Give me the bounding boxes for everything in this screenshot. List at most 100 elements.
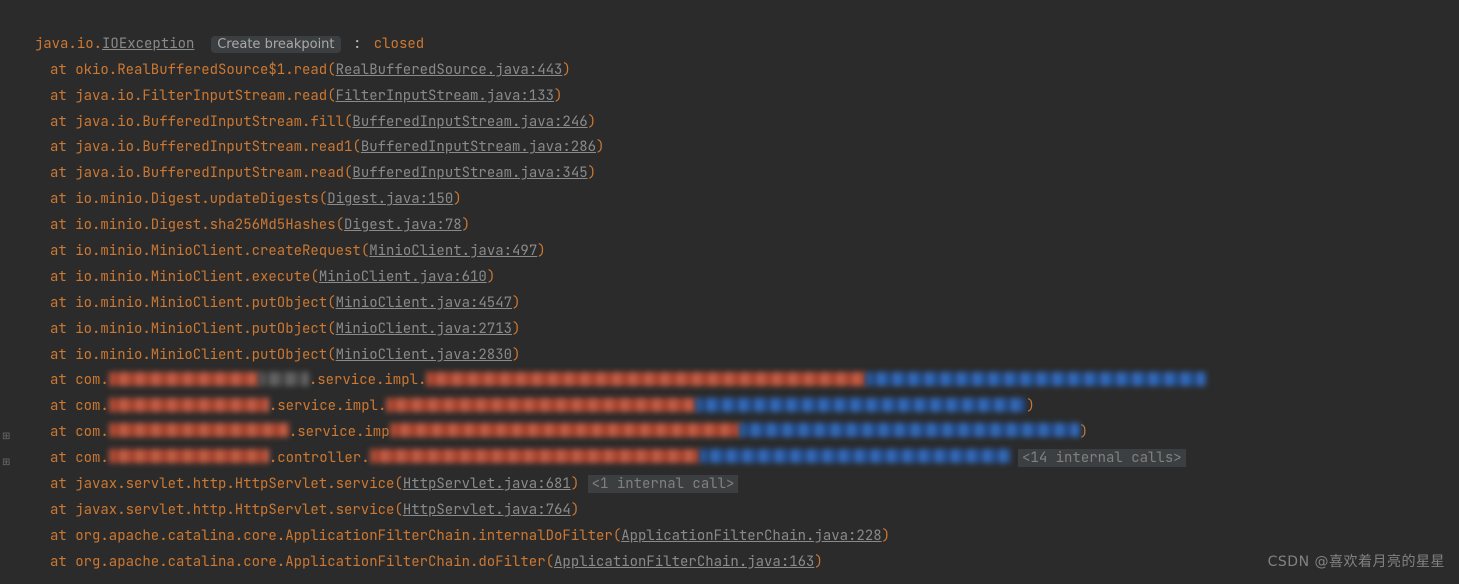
source-link[interactable]: BufferedInputStream.java:345	[352, 164, 587, 182]
at-keyword: at	[50, 346, 75, 364]
at-keyword: at	[50, 423, 75, 441]
exception-line: java.io.IOException Create breakpoint : …	[18, 6, 1459, 58]
at-keyword: at	[50, 113, 75, 131]
at-keyword: at	[50, 371, 75, 389]
redacted-segment	[386, 398, 696, 412]
source-link[interactable]: Digest.java:150	[327, 190, 453, 208]
stack-frame: at java.io.BufferedInputStream.read(Buff…	[18, 161, 1459, 187]
stack-call: io.minio.MinioClient.putObject	[75, 320, 327, 338]
stack-frame: at org.apache.catalina.core.ApplicationF…	[18, 550, 1459, 576]
redacted-link-segment	[866, 372, 1206, 386]
at-keyword: at	[50, 242, 75, 260]
paren: )	[1080, 423, 1088, 441]
source-link[interactable]: BufferedInputStream.java:246	[352, 113, 587, 131]
exception-package: java.io.	[35, 35, 102, 53]
stack-call: .service.imp	[289, 423, 390, 441]
stack-call: com.	[75, 371, 109, 389]
source-link[interactable]: MinioClient.java:497	[369, 242, 537, 260]
stack-call: io.minio.Digest.sha256Md5Hashes	[75, 216, 335, 234]
stack-call: .service.impl.	[269, 397, 387, 415]
stack-frame-redacted: at com. .service.imp)	[18, 420, 1459, 446]
at-keyword: at	[50, 61, 75, 79]
at-keyword: at	[50, 397, 75, 415]
stack-frame: at io.minio.MinioClient.createRequest(Mi…	[18, 239, 1459, 265]
at-keyword: at	[50, 216, 75, 234]
stack-call: io.minio.Digest.updateDigests	[75, 190, 319, 208]
redacted-link-segment	[700, 449, 1010, 463]
redacted-segment	[390, 423, 740, 437]
stack-frame: at io.minio.MinioClient.putObject(MinioC…	[18, 291, 1459, 317]
redacted-link-segment	[740, 423, 1080, 437]
exception-message: closed	[374, 35, 424, 53]
stack-frame-redacted: at com. .service.impl.	[18, 368, 1459, 394]
stack-frame: at java.io.BufferedInputStream.read1(Buf…	[18, 135, 1459, 161]
at-keyword: at	[50, 527, 75, 545]
at-keyword: at	[50, 320, 75, 338]
stack-frame-redacted: at com. .service.impl.)	[18, 394, 1459, 420]
stack-call: java.io.BufferedInputStream.read1	[75, 138, 352, 156]
stack-call: java.io.BufferedInputStream.fill	[75, 113, 344, 131]
stack-frame: at java.io.FilterInputStream.read(Filter…	[18, 84, 1459, 110]
stack-call: javax.servlet.http.HttpServlet.service	[75, 475, 394, 493]
source-link[interactable]: MinioClient.java:2713	[336, 320, 512, 338]
expand-gutter-icon[interactable]: ⊞	[2, 457, 12, 467]
paren: )	[1026, 397, 1034, 415]
at-keyword: at	[50, 138, 75, 156]
source-link[interactable]: ApplicationFilterChain.java:228	[621, 527, 881, 545]
stack-frame: at okio.RealBufferedSource$1.read(RealBu…	[18, 58, 1459, 84]
redacted-segment	[109, 423, 289, 437]
redacted-segment	[109, 372, 259, 386]
collapsed-calls-hint[interactable]: <1 internal call>	[588, 475, 739, 493]
at-keyword: at	[50, 475, 75, 493]
exception-class-link[interactable]: IOException	[102, 35, 194, 53]
source-link[interactable]: HttpServlet.java:681	[403, 475, 571, 493]
stack-frame: at io.minio.MinioClient.putObject(MinioC…	[18, 343, 1459, 369]
at-keyword: at	[50, 87, 75, 105]
stack-frame: at io.minio.Digest.updateDigests(Digest.…	[18, 187, 1459, 213]
stack-frame: at io.minio.MinioClient.execute(MinioCli…	[18, 265, 1459, 291]
stack-call: com.	[75, 423, 109, 441]
source-link[interactable]: Digest.java:78	[344, 216, 462, 234]
stack-frame: at org.apache.catalina.core.ApplicationF…	[18, 524, 1459, 550]
stack-call: com.	[75, 449, 109, 467]
source-link[interactable]: MinioClient.java:2830	[336, 346, 512, 364]
stack-call: io.minio.MinioClient.createRequest	[75, 242, 361, 260]
stack-call: java.io.FilterInputStream.read	[75, 87, 327, 105]
stack-call: io.minio.MinioClient.putObject	[75, 346, 327, 364]
stack-call: org.apache.catalina.core.ApplicationFilt…	[75, 527, 613, 545]
redacted-link-segment	[696, 398, 1026, 412]
stack-call: okio.RealBufferedSource$1.read	[75, 61, 327, 79]
redacted-segment	[370, 449, 700, 463]
expand-gutter-icon[interactable]: ⊞	[2, 431, 12, 441]
source-link[interactable]: MinioClient.java:4547	[336, 294, 512, 312]
stack-frame: at javax.servlet.http.HttpServlet.servic…	[18, 498, 1459, 524]
source-link[interactable]: RealBufferedSource.java:443	[336, 61, 563, 79]
at-keyword: at	[50, 294, 75, 312]
stack-call: java.io.BufferedInputStream.read	[75, 164, 344, 182]
stack-call: io.minio.MinioClient.execute	[75, 268, 310, 286]
stack-call: .controller.	[269, 449, 370, 467]
create-breakpoint-button[interactable]: Create breakpoint	[211, 36, 340, 53]
stack-frame: at javax.servlet.http.HttpServlet.servic…	[18, 472, 1459, 498]
at-keyword: at	[50, 268, 75, 286]
stack-frame: at io.minio.Digest.sha256Md5Hashes(Diges…	[18, 213, 1459, 239]
stack-call: io.minio.MinioClient.putObject	[75, 294, 327, 312]
at-keyword: at	[50, 501, 75, 519]
at-keyword: at	[50, 190, 75, 208]
stack-frame: at io.minio.MinioClient.putObject(MinioC…	[18, 317, 1459, 343]
redacted-segment	[259, 372, 309, 386]
at-keyword: at	[50, 449, 75, 467]
redacted-segment	[109, 398, 269, 412]
stack-call: javax.servlet.http.HttpServlet.service	[75, 501, 394, 519]
source-link[interactable]: FilterInputStream.java:133	[336, 87, 554, 105]
stack-frame: at java.io.BufferedInputStream.fill(Buff…	[18, 110, 1459, 136]
stack-call: .service.impl.	[309, 371, 427, 389]
collapsed-calls-hint[interactable]: <14 internal calls>	[1018, 449, 1186, 467]
source-link[interactable]: BufferedInputStream.java:286	[361, 138, 596, 156]
source-link[interactable]: MinioClient.java:610	[319, 268, 487, 286]
separator: :	[353, 35, 361, 53]
at-keyword: at	[50, 164, 75, 182]
stack-call: com.	[75, 397, 109, 415]
watermark-text: CSDN @喜欢着月亮的星星	[1268, 550, 1445, 576]
source-link[interactable]: HttpServlet.java:764	[403, 501, 571, 519]
